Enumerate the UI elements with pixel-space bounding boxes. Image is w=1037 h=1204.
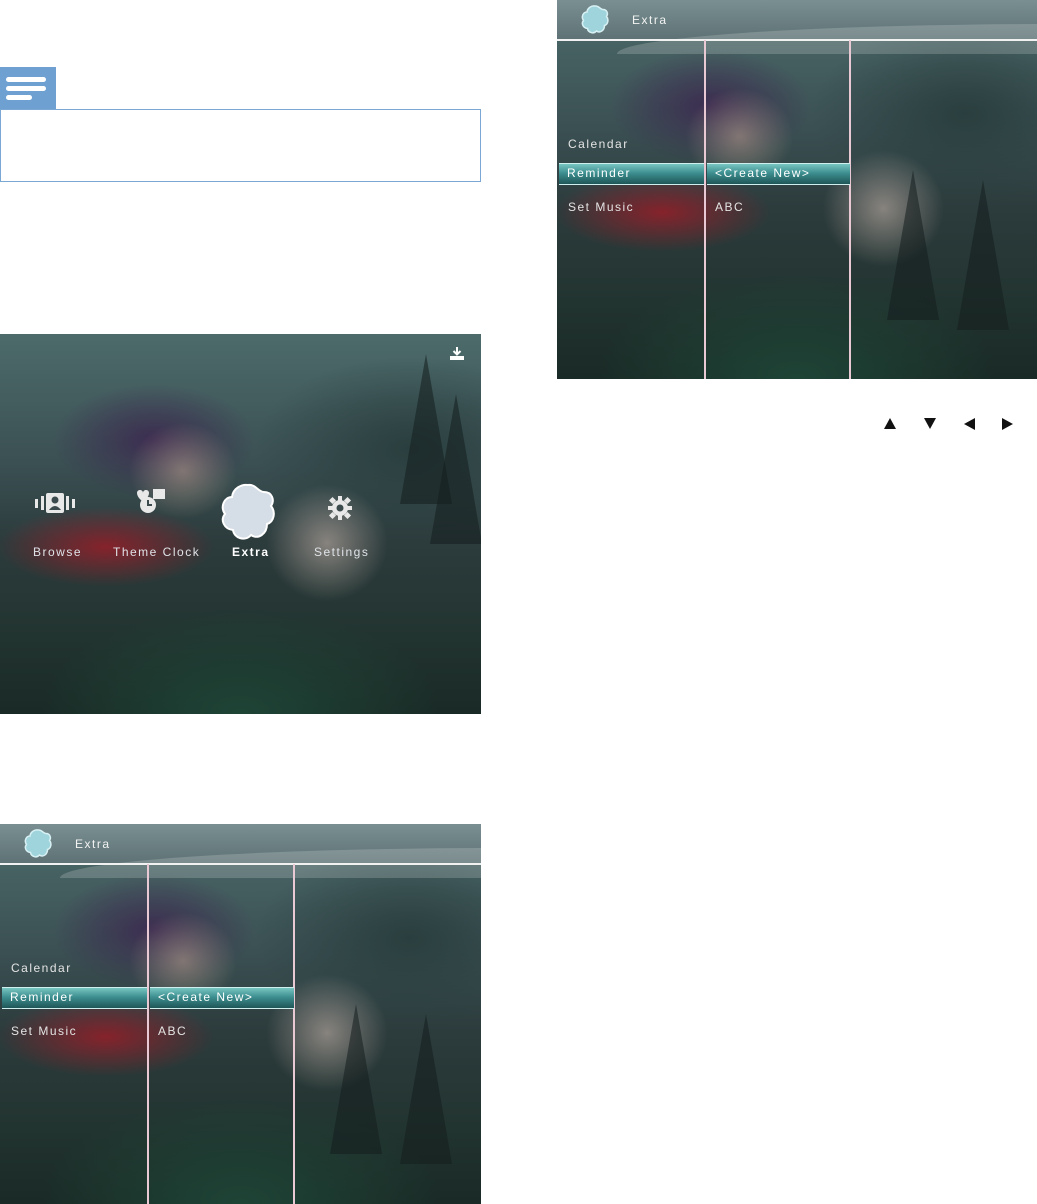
arrow-left-icon [964, 418, 975, 430]
header-bar: Extra [0, 824, 481, 878]
home-screen: Browse Theme Clock Extra Settings [0, 334, 481, 714]
extra-icon [22, 828, 54, 860]
settings-icon[interactable] [326, 494, 354, 522]
browse-icon[interactable] [32, 489, 78, 517]
menu-label-browse[interactable]: Browse [33, 545, 82, 559]
extra-screen-1: Extra Calendar Reminder Set Music <Creat… [557, 0, 1037, 379]
header-bar: Extra [557, 0, 1037, 54]
menu-item-set-music[interactable]: Set Music [11, 1024, 77, 1038]
menu-item-calendar[interactable]: Calendar [568, 137, 629, 151]
screen-title: Extra [75, 837, 111, 851]
menu-item-calendar[interactable]: Calendar [11, 961, 72, 975]
menu-label-theme-clock[interactable]: Theme Clock [113, 545, 200, 559]
arrow-down-icon [924, 418, 936, 429]
submenu-item-abc[interactable]: ABC [715, 200, 744, 214]
submenu-item-abc[interactable]: ABC [158, 1024, 187, 1038]
extra-screen-2: Extra Calendar Reminder Set Music <Creat… [0, 824, 481, 1204]
extra-icon[interactable] [218, 482, 278, 544]
note-icon [0, 67, 56, 109]
arrow-right-icon [1002, 418, 1013, 430]
download-icon[interactable] [447, 346, 467, 362]
menu-label-extra[interactable]: Extra [232, 545, 270, 559]
extra-icon [579, 4, 611, 36]
menu-item-reminder[interactable]: Reminder [2, 987, 147, 1009]
theme-clock-icon[interactable] [132, 486, 168, 516]
submenu-item-create-new[interactable]: <Create New> [150, 987, 294, 1009]
arrow-up-icon [884, 418, 896, 429]
submenu-item-create-new[interactable]: <Create New> [707, 163, 850, 185]
note-box [0, 109, 481, 182]
menu-item-set-music[interactable]: Set Music [568, 200, 634, 214]
menu-label-settings[interactable]: Settings [314, 545, 369, 559]
menu-item-reminder[interactable]: Reminder [559, 163, 704, 185]
screen-title: Extra [632, 13, 668, 27]
